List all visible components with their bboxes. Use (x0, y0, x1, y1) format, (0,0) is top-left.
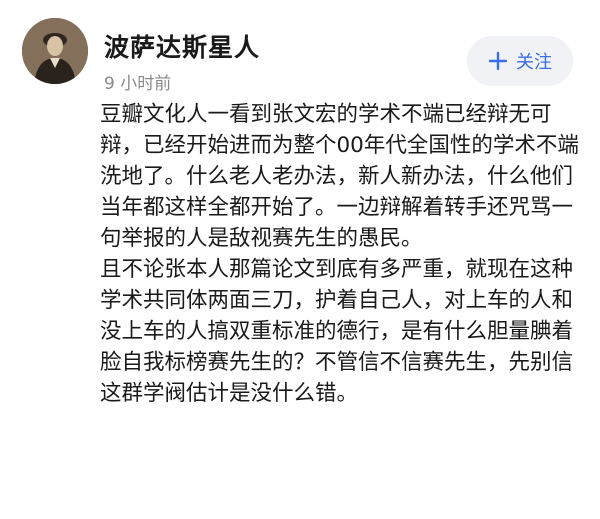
plus-icon (488, 51, 508, 71)
avatar[interactable] (22, 18, 88, 84)
author-name[interactable]: 波萨达斯星人 (104, 28, 260, 64)
profile-photo-icon (22, 18, 88, 84)
post-paragraph: 且不论张本人那篇论文到底有多严重，就现在这种学术共同体两面三刀，护着自己人，对上… (100, 257, 574, 406)
post-card: 波萨达斯星人 9 小时前 关注 豆瓣文化人一看到张文宏的学术不端已经辩无可辩，已… (0, 0, 600, 519)
post-paragraph: 豆瓣文化人一看到张文宏的学术不端已经辩无可辩，已经开始进而为整个00年代全国性的… (100, 102, 579, 251)
post-body: 豆瓣文化人一看到张文宏的学术不端已经辩无可辩，已经开始进而为整个00年代全国性的… (100, 99, 586, 409)
post-time: 9 小时前 (104, 74, 172, 94)
follow-button[interactable]: 关注 (467, 36, 573, 86)
follow-button-label: 关注 (516, 52, 552, 73)
